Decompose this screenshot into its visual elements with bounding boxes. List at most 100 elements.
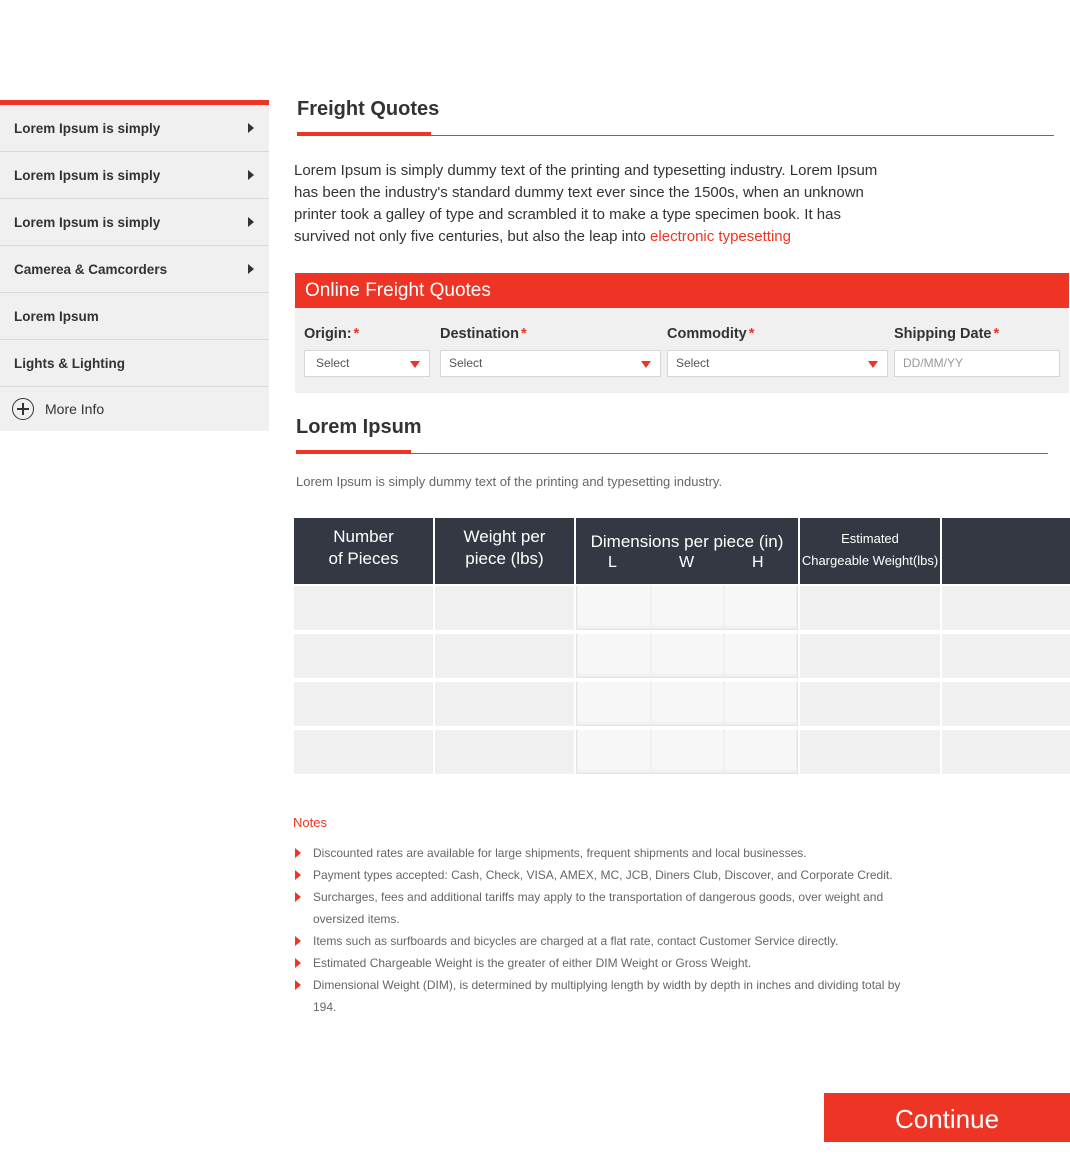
weight-cell[interactable] xyxy=(435,730,574,774)
height-cell[interactable] xyxy=(725,730,796,770)
sidebar-item-label: Lights & Lighting xyxy=(14,355,125,371)
commodity-label: Commodity * xyxy=(667,326,754,342)
more-info-label: More Info xyxy=(45,401,105,417)
sidebar-item-label: Lorem Ipsum is simply xyxy=(14,120,161,136)
header-line: Chargeable Weight(lbs) xyxy=(801,553,939,568)
col-dimensions-header: Dimensions per piece (in) L W H xyxy=(576,518,798,584)
height-cell[interactable] xyxy=(725,634,796,674)
extra-cell xyxy=(942,634,1070,678)
destination-select[interactable]: Select xyxy=(440,350,661,377)
required-mark: * xyxy=(353,326,360,342)
length-cell[interactable] xyxy=(578,730,650,770)
bullet-arrow-icon xyxy=(295,980,301,990)
more-info-link[interactable]: More Info xyxy=(0,387,269,431)
caret-right-icon xyxy=(248,217,254,227)
note-text: Discounted rates are available for large… xyxy=(313,846,807,860)
caret-right-icon xyxy=(248,170,254,180)
commodity-value: Select xyxy=(676,356,710,370)
sidebar-item-lights[interactable]: Lights & Lighting xyxy=(0,340,269,387)
section-title: Lorem Ipsum xyxy=(296,416,422,438)
col-weight-header: Weight per piece (lbs) xyxy=(435,518,574,584)
table-row xyxy=(294,680,1070,728)
list-item: Surcharges, fees and additional tariffs … xyxy=(294,886,904,930)
pieces-cell[interactable] xyxy=(294,730,433,774)
width-cell[interactable] xyxy=(652,730,723,770)
shipping-date-input[interactable]: DD/MM/YY xyxy=(894,350,1060,377)
table-header: Number of Pieces Weight per piece (lbs) Di… xyxy=(294,518,1070,584)
sidebar-item-label: Camerea & Camcorders xyxy=(14,261,168,277)
col-estimated-title: Estimated Chargeable Weight(lbs) xyxy=(800,528,940,572)
shipping-date-label: Shipping Date * xyxy=(894,326,999,342)
list-item: Payment types accepted: Cash, Check, VIS… xyxy=(294,864,904,886)
header-line: of Pieces xyxy=(328,549,399,568)
table-row xyxy=(294,584,1070,632)
destination-label: Destination * xyxy=(440,326,527,342)
sidebar-item-3[interactable]: Lorem Ipsum is simply xyxy=(0,199,269,246)
note-text: Surcharges, fees and additional tariffs … xyxy=(313,890,884,926)
header-line: Weight per xyxy=(463,527,546,546)
continue-button[interactable]: Continue xyxy=(824,1093,1070,1142)
table-row xyxy=(294,728,1070,776)
width-cell[interactable] xyxy=(652,682,723,722)
intro-link[interactable]: electronic typesetting xyxy=(650,228,791,245)
section-underline xyxy=(296,450,411,454)
list-item: Estimated Chargeable Weight is the great… xyxy=(294,952,904,974)
page-title: Freight Quotes xyxy=(297,98,440,120)
header-line: piece (lbs) xyxy=(465,549,544,568)
caret-right-icon xyxy=(248,264,254,274)
col-estimated-header: Estimated Chargeable Weight(lbs) xyxy=(800,518,940,584)
extra-cell xyxy=(942,730,1070,774)
intro-text: Lorem Ipsum is simply dummy text of the … xyxy=(294,160,899,248)
note-text: Items such as surfboards and bicycles ar… xyxy=(313,934,839,948)
list-item: Items such as surfboards and bicycles ar… xyxy=(294,930,904,952)
origin-value: Select xyxy=(316,356,350,370)
col-pieces-title: Number of Pieces xyxy=(294,526,433,570)
commodity-label-text: Commodity xyxy=(667,326,747,342)
length-cell[interactable] xyxy=(578,634,650,674)
estimated-cell xyxy=(800,730,940,774)
bullet-arrow-icon xyxy=(295,958,301,968)
weight-cell[interactable] xyxy=(435,682,574,726)
note-text: Estimated Chargeable Weight is the great… xyxy=(313,956,752,970)
sidebar-item-cameras[interactable]: Camerea & Camcorders xyxy=(0,246,269,293)
caret-right-icon xyxy=(248,123,254,133)
sidebar-item-lorem-ipsum[interactable]: Lorem Ipsum xyxy=(0,293,269,340)
width-cell[interactable] xyxy=(652,634,723,674)
sidebar-item-1[interactable]: Lorem Ipsum is simply xyxy=(0,105,269,152)
plus-circle-icon xyxy=(12,398,34,420)
origin-select[interactable]: Select xyxy=(304,350,430,377)
sidebar-item-label: Lorem Ipsum is simply xyxy=(14,167,161,183)
height-cell[interactable] xyxy=(725,586,796,626)
shipping-date-placeholder: DD/MM/YY xyxy=(903,356,963,370)
caret-down-icon xyxy=(641,361,651,368)
dim-l-label: L xyxy=(608,554,617,571)
width-cell[interactable] xyxy=(652,586,723,626)
col-extra-header xyxy=(942,518,1070,584)
destination-value: Select xyxy=(449,356,483,370)
title-underline xyxy=(297,132,431,136)
destination-label-text: Destination xyxy=(440,326,519,342)
quote-panel-header: Online Freight Quotes xyxy=(295,273,1069,308)
online-quote-panel: Online Freight Quotes Origin: * Select De… xyxy=(295,273,1069,393)
sidebar-item-2[interactable]: Lorem Ipsum is simply xyxy=(0,152,269,199)
weight-cell[interactable] xyxy=(435,634,574,678)
list-item: Dimensional Weight (DIM), is determined … xyxy=(294,974,904,1018)
pieces-cell[interactable] xyxy=(294,682,433,726)
extra-cell xyxy=(942,586,1070,630)
section-description: Lorem Ipsum is simply dummy text of the … xyxy=(296,474,723,489)
caret-down-icon xyxy=(410,361,420,368)
shipping-date-label-text: Shipping Date xyxy=(894,326,992,342)
required-mark: * xyxy=(748,326,755,342)
note-text: Payment types accepted: Cash, Check, VIS… xyxy=(313,868,893,882)
note-text: Dimensional Weight (DIM), is determined … xyxy=(313,978,901,1014)
pieces-cell[interactable] xyxy=(294,634,433,678)
length-cell[interactable] xyxy=(578,682,650,722)
origin-label: Origin: * xyxy=(304,326,359,342)
commodity-select[interactable]: Select xyxy=(667,350,888,377)
length-cell[interactable] xyxy=(578,586,650,626)
height-cell[interactable] xyxy=(725,682,796,722)
required-mark: * xyxy=(993,326,1000,342)
col-dimensions-title: Dimensions per piece (in) xyxy=(590,532,784,551)
weight-cell[interactable] xyxy=(435,586,574,630)
pieces-cell[interactable] xyxy=(294,586,433,630)
